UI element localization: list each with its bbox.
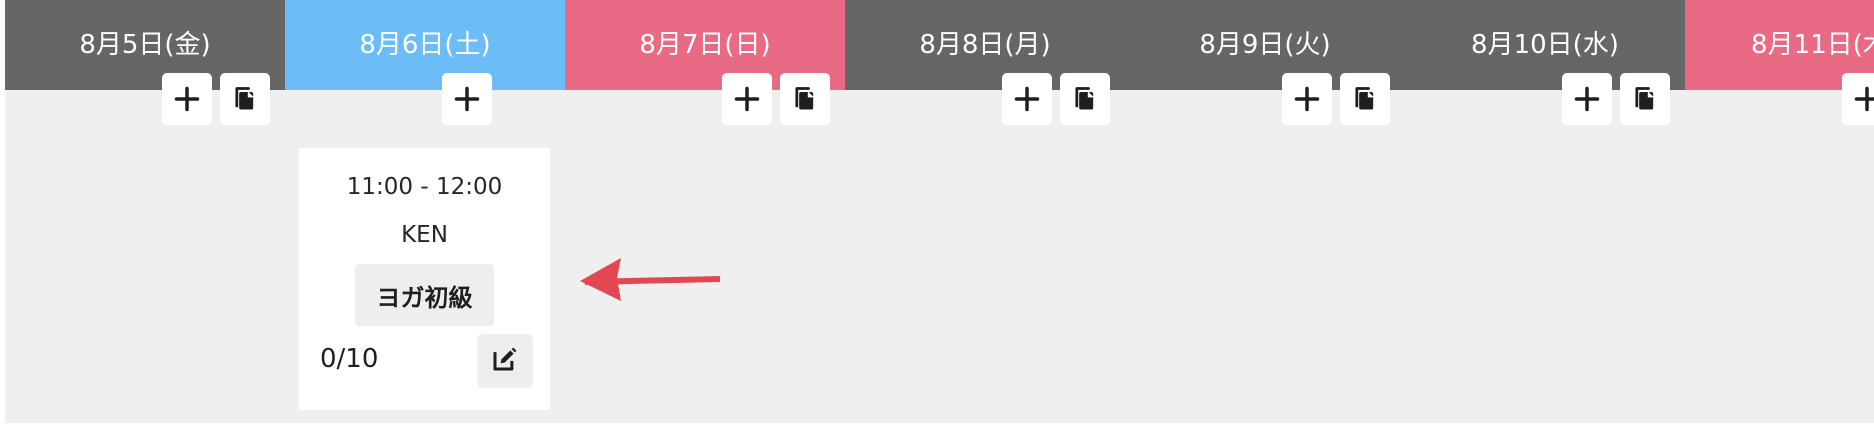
copy-day-button[interactable] xyxy=(1340,73,1390,125)
copy-day-button[interactable] xyxy=(1060,73,1110,125)
add-session-button[interactable] xyxy=(1842,73,1874,125)
plus-icon xyxy=(1573,85,1601,113)
plus-icon xyxy=(173,85,201,113)
copy-icon xyxy=(791,85,819,113)
day-column: 8月5日(金) xyxy=(5,0,285,423)
plus-icon xyxy=(1293,85,1321,113)
class-tag[interactable]: ヨガ初級 xyxy=(355,264,494,326)
day-label: 8月5日(金) xyxy=(79,30,211,60)
session-time: 11:00 - 12:00 xyxy=(346,174,503,200)
add-session-button[interactable] xyxy=(1002,73,1052,125)
day-column: 8月7日(日) xyxy=(565,0,845,423)
session-card[interactable]: 11:00 - 12:00 KEN ヨガ初級 0/10 xyxy=(299,148,550,410)
add-session-button[interactable] xyxy=(442,73,492,125)
day-label: 8月10日(水) xyxy=(1471,30,1619,60)
copy-icon xyxy=(231,85,259,113)
day-column: 8月10日(水) xyxy=(1405,0,1685,423)
edit-icon xyxy=(490,344,520,378)
add-session-button[interactable] xyxy=(1282,73,1332,125)
edit-button[interactable] xyxy=(477,334,533,388)
day-label: 8月9日(火) xyxy=(1199,30,1331,60)
day-column: 8月9日(火) xyxy=(1125,0,1405,423)
copy-day-button[interactable] xyxy=(220,73,270,125)
day-label: 8月6日(土) xyxy=(359,30,491,60)
session-instructor: KEN xyxy=(401,222,448,248)
add-session-button[interactable] xyxy=(722,73,772,125)
schedule-screen: 8月5日(金) 8月6日(土) 8月7日(日) 8月8日(月) 8月9日(火) 8月10日… xyxy=(0,0,1874,424)
copy-icon xyxy=(1351,85,1379,113)
plus-icon xyxy=(1013,85,1041,113)
day-column: 8月11日(木) xyxy=(1685,0,1874,423)
copy-icon xyxy=(1631,85,1659,113)
day-header: 8月6日(土) xyxy=(285,0,565,90)
copy-icon xyxy=(1071,85,1099,113)
plus-icon xyxy=(453,85,481,113)
copy-day-button[interactable] xyxy=(1620,73,1670,125)
copy-day-button[interactable] xyxy=(780,73,830,125)
add-session-button[interactable] xyxy=(1562,73,1612,125)
schedule-board: 8月5日(金) 8月6日(土) 8月7日(日) 8月8日(月) 8月9日(火) 8月10日… xyxy=(5,0,1874,423)
day-label: 8月7日(日) xyxy=(639,30,771,60)
plus-icon xyxy=(733,85,761,113)
session-capacity: 0/10 xyxy=(320,344,379,374)
plus-icon xyxy=(1853,85,1874,113)
day-column: 8月8日(月) xyxy=(845,0,1125,423)
day-label: 8月11日(木) xyxy=(1751,30,1874,60)
day-label: 8月8日(月) xyxy=(919,30,1051,60)
add-session-button[interactable] xyxy=(162,73,212,125)
